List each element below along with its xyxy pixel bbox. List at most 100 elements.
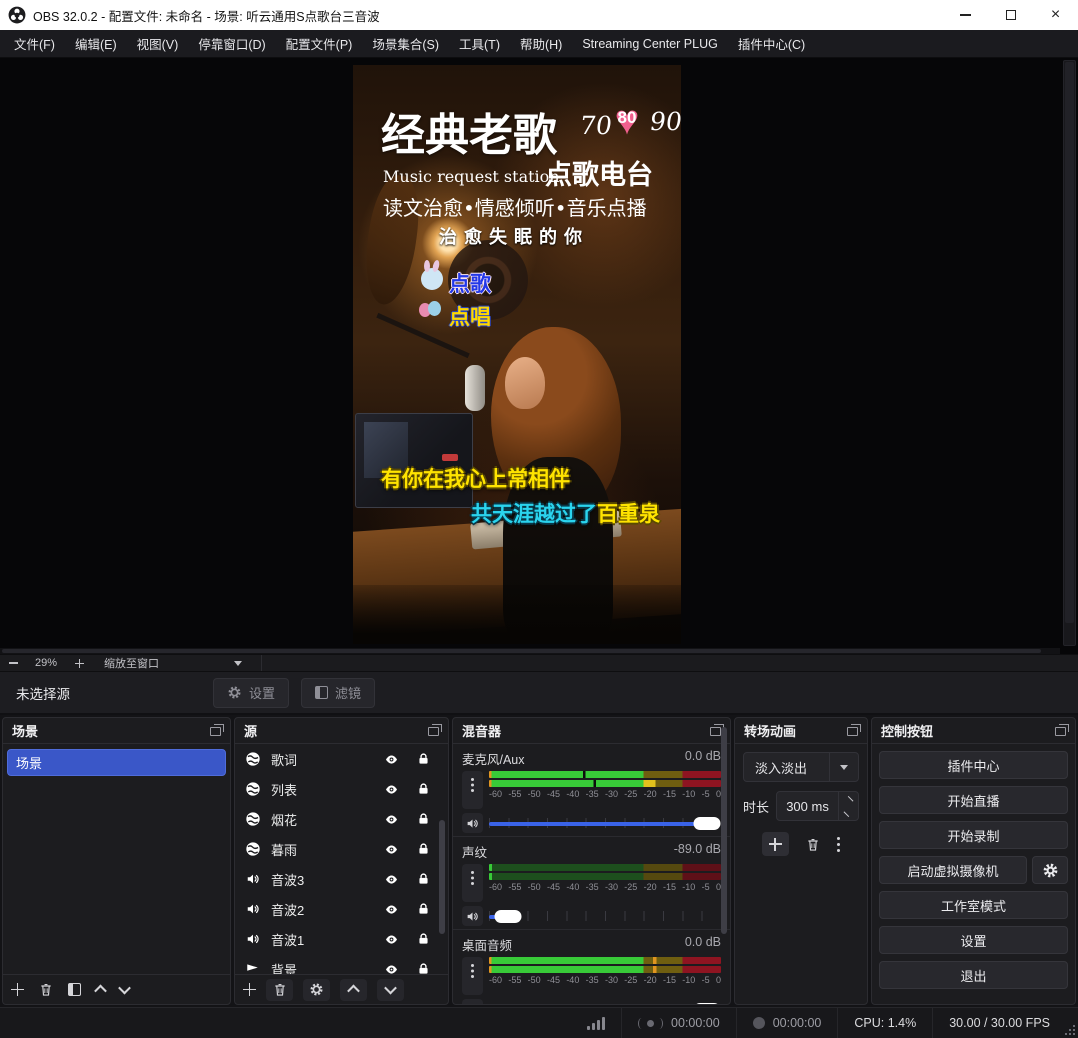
visibility-eye-icon[interactable] xyxy=(383,933,400,946)
channel-menu-button[interactable] xyxy=(462,771,483,809)
mute-button[interactable] xyxy=(462,999,483,1004)
source-filters-button[interactable]: 滤镜 xyxy=(301,678,375,708)
preview-vertical-scrollbar[interactable] xyxy=(1063,60,1076,646)
minimize-button[interactable] xyxy=(943,0,988,30)
visibility-eye-icon[interactable] xyxy=(383,963,400,975)
trash-icon xyxy=(273,982,287,997)
move-scene-up-button[interactable] xyxy=(96,985,105,994)
close-icon: × xyxy=(1051,7,1060,23)
visibility-eye-icon[interactable] xyxy=(383,843,400,856)
browser-source-icon xyxy=(244,781,261,797)
source-row[interactable]: 音波1 xyxy=(235,924,448,954)
maximize-button[interactable] xyxy=(988,0,1033,30)
transition-menu-button[interactable] xyxy=(837,837,841,841)
virtual-camera-settings-button[interactable] xyxy=(1032,856,1068,884)
zoom-dropdown-button[interactable] xyxy=(225,661,251,666)
remove-scene-button[interactable] xyxy=(39,982,53,997)
mute-button[interactable] xyxy=(462,813,483,833)
program-video[interactable]: 经典老歌 70 ♥ 80 90 Music request station 点歌… xyxy=(353,65,681,644)
start-virtual-camera-button[interactable]: 启动虚拟摄像机 xyxy=(879,856,1027,884)
source-row[interactable]: 暮雨 xyxy=(235,834,448,864)
duration-decrease-button[interactable] xyxy=(839,806,858,820)
menu-edit[interactable]: 编辑(E) xyxy=(65,30,127,57)
source-row[interactable]: 列表 xyxy=(235,774,448,804)
duration-increase-button[interactable] xyxy=(839,792,858,806)
source-row[interactable]: 音波2 xyxy=(235,894,448,924)
visibility-eye-icon[interactable] xyxy=(383,753,400,766)
menu-docks[interactable]: 停靠窗口(D) xyxy=(188,30,275,57)
slider-handle[interactable] xyxy=(694,817,721,830)
visibility-eye-icon[interactable] xyxy=(383,783,400,796)
menu-help[interactable]: 帮助(H) xyxy=(510,30,572,57)
popout-icon[interactable] xyxy=(210,727,221,736)
scene-filters-button[interactable] xyxy=(68,983,81,996)
volume-slider[interactable] xyxy=(489,813,721,833)
source-row[interactable]: 背景 xyxy=(235,954,448,974)
source-row[interactable]: 歌词 xyxy=(235,744,448,774)
start-recording-button[interactable]: 开始录制 xyxy=(879,821,1068,849)
exit-button[interactable]: 退出 xyxy=(879,961,1068,989)
menu-profile[interactable]: 配置文件(P) xyxy=(276,30,363,57)
source-row[interactable]: 烟花 xyxy=(235,804,448,834)
sources-scrollbar[interactable] xyxy=(439,820,445,934)
lock-icon[interactable] xyxy=(417,872,430,886)
add-scene-button[interactable] xyxy=(11,983,24,996)
scene-item[interactable]: 场景 xyxy=(7,749,226,776)
source-properties-toolbar-button[interactable] xyxy=(303,979,330,1001)
source-row[interactable]: 音波3 xyxy=(235,864,448,894)
volume-slider[interactable] xyxy=(489,906,721,926)
transition-select[interactable]: 淡入淡出 xyxy=(743,752,859,782)
preview-canvas[interactable]: 经典老歌 70 ♥ 80 90 Music request station 点歌… xyxy=(0,58,1078,654)
channel-db: 0.0 dB xyxy=(685,935,721,954)
start-streaming-button[interactable]: 开始直播 xyxy=(879,786,1068,814)
zoom-in-button[interactable] xyxy=(66,657,92,669)
add-source-button[interactable] xyxy=(243,983,256,996)
menu-file[interactable]: 文件(F) xyxy=(4,30,65,57)
lock-icon[interactable] xyxy=(417,782,430,796)
mute-button[interactable] xyxy=(462,906,483,926)
add-transition-button[interactable] xyxy=(762,832,789,856)
popout-icon[interactable] xyxy=(710,727,721,736)
mixer-scrollbar[interactable] xyxy=(721,727,727,934)
lock-icon[interactable] xyxy=(417,902,430,916)
plugin-center-button[interactable]: 插件中心 xyxy=(879,751,1068,779)
menu-view[interactable]: 视图(V) xyxy=(127,30,189,57)
duration-spinbox[interactable]: 300 ms xyxy=(776,791,859,821)
slider-handle[interactable] xyxy=(694,1003,721,1005)
remove-transition-button[interactable] xyxy=(806,837,820,852)
channel-menu-button[interactable] xyxy=(462,957,483,995)
popout-icon[interactable] xyxy=(1055,727,1066,736)
source-properties-button[interactable]: 设置 xyxy=(213,678,289,708)
visibility-eye-icon[interactable] xyxy=(383,903,400,916)
visibility-eye-icon[interactable] xyxy=(383,873,400,886)
zoom-out-button[interactable] xyxy=(0,657,26,669)
mixer-channel-desktop: 桌面音频0.0 dB -60-55-50-45-40-35-30-25-20-1… xyxy=(453,930,730,1004)
popout-icon[interactable] xyxy=(428,727,439,736)
move-source-up-button[interactable] xyxy=(340,979,367,1001)
close-button[interactable]: × xyxy=(1033,0,1078,30)
menu-streaming-center[interactable]: Streaming Center PLUG xyxy=(572,30,727,57)
lock-icon[interactable] xyxy=(417,812,430,826)
menu-scene-collection[interactable]: 场景集合(S) xyxy=(362,30,449,57)
studio-mode-button[interactable]: 工作室模式 xyxy=(879,891,1068,919)
lock-icon[interactable] xyxy=(417,752,430,766)
chevron-down-icon xyxy=(844,807,854,817)
move-source-down-button[interactable] xyxy=(377,979,404,1001)
popout-icon[interactable] xyxy=(847,727,858,736)
resize-grip[interactable] xyxy=(1065,1025,1075,1035)
channel-menu-button[interactable] xyxy=(462,864,483,902)
menu-tools[interactable]: 工具(T) xyxy=(449,30,510,57)
plus-icon xyxy=(11,983,24,996)
preview-horizontal-scrollbar[interactable] xyxy=(0,648,1060,654)
move-scene-down-button[interactable] xyxy=(120,985,129,994)
menu-plugin-center[interactable]: 插件中心(C) xyxy=(728,30,815,57)
visibility-eye-icon[interactable] xyxy=(383,813,400,826)
lock-icon[interactable] xyxy=(417,962,430,974)
lock-icon[interactable] xyxy=(417,842,430,856)
remove-source-button[interactable] xyxy=(266,979,293,1001)
fit-to-window-label[interactable]: 缩放至窗口 xyxy=(104,655,159,671)
slider-handle[interactable] xyxy=(494,910,521,923)
settings-button[interactable]: 设置 xyxy=(879,926,1068,954)
lock-icon[interactable] xyxy=(417,932,430,946)
volume-slider[interactable] xyxy=(489,999,721,1004)
